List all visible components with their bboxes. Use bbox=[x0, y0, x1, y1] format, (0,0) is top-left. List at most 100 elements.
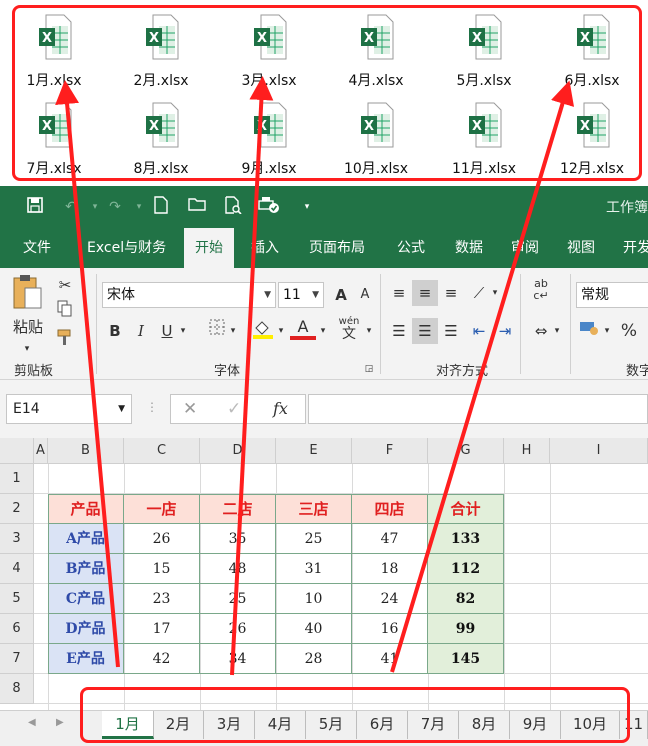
bold-button[interactable]: B bbox=[102, 318, 128, 344]
table-cell[interactable]: 42 bbox=[124, 644, 200, 674]
currency-dropdown-icon[interactable]: ▾ bbox=[600, 318, 614, 344]
wrap-text-icon[interactable]: ab c↵ bbox=[528, 278, 554, 304]
redo-icon[interactable]: ↷ bbox=[104, 196, 126, 218]
grow-font-button[interactable]: A bbox=[328, 282, 354, 308]
percent-button[interactable]: % bbox=[616, 318, 642, 344]
row-header[interactable]: 2 bbox=[0, 494, 34, 524]
font-name-select[interactable]: 宋体 ▼ bbox=[102, 282, 276, 308]
number-format-select[interactable]: 常规 bbox=[576, 282, 648, 308]
table-cell[interactable]: D产品 bbox=[48, 614, 124, 644]
borders-dropdown-icon[interactable]: ▾ bbox=[226, 318, 240, 344]
save-icon[interactable] bbox=[24, 196, 46, 218]
align-bottom-icon[interactable]: ≡ bbox=[438, 280, 464, 306]
tab-7[interactable]: 审阅 bbox=[500, 228, 550, 268]
column-header[interactable]: D bbox=[200, 438, 276, 464]
table-cell[interactable]: 41 bbox=[352, 644, 428, 674]
font-color-dropdown-icon[interactable]: ▾ bbox=[316, 318, 330, 344]
select-all-corner[interactable] bbox=[0, 438, 34, 464]
format-painter-icon[interactable] bbox=[52, 328, 78, 354]
tab-6[interactable]: 数据 bbox=[444, 228, 494, 268]
table-cell[interactable]: 99 bbox=[428, 614, 504, 644]
table-cell[interactable]: 28 bbox=[276, 644, 352, 674]
table-cell[interactable]: 15 bbox=[124, 554, 200, 584]
tab-4[interactable]: 页面布局 bbox=[298, 228, 376, 268]
row-header[interactable]: 5 bbox=[0, 584, 34, 614]
fill-color-icon[interactable] bbox=[250, 318, 276, 344]
table-cell[interactable]: 23 bbox=[124, 584, 200, 614]
table-cell[interactable]: 112 bbox=[428, 554, 504, 584]
table-cell[interactable]: 四店 bbox=[352, 494, 428, 524]
table-cell[interactable]: 25 bbox=[276, 524, 352, 554]
align-middle-icon[interactable]: ≡ bbox=[412, 280, 438, 306]
column-header[interactable]: I bbox=[550, 438, 648, 464]
insert-function-button[interactable]: fx bbox=[273, 399, 288, 418]
font-color-button[interactable]: A bbox=[290, 316, 316, 340]
align-center-icon[interactable]: ☰ bbox=[412, 318, 438, 344]
column-header[interactable]: H bbox=[504, 438, 550, 464]
italic-button[interactable]: I bbox=[128, 318, 154, 344]
column-header[interactable]: E bbox=[276, 438, 352, 464]
row-header[interactable]: 4 bbox=[0, 554, 34, 584]
table-cell[interactable]: 三店 bbox=[276, 494, 352, 524]
scroll-right-icon[interactable]: ▶ bbox=[56, 717, 64, 728]
table-cell[interactable]: A产品 bbox=[48, 524, 124, 554]
tab-2[interactable]: 开始 bbox=[184, 228, 234, 268]
scroll-left-icon[interactable]: ◀ bbox=[28, 717, 36, 728]
tab-3[interactable]: 插入 bbox=[240, 228, 290, 268]
row-header[interactable]: 6 bbox=[0, 614, 34, 644]
tab-0[interactable]: 文件 bbox=[12, 228, 62, 268]
confirm-icon[interactable]: ✓ bbox=[227, 399, 241, 419]
table-cell[interactable]: B产品 bbox=[48, 554, 124, 584]
table-cell[interactable]: 35 bbox=[200, 524, 276, 554]
name-box[interactable]: E14 ▼ bbox=[6, 394, 132, 424]
font-size-select[interactable]: 11 ▼ bbox=[278, 282, 324, 308]
table-cell[interactable]: 合计 bbox=[428, 494, 504, 524]
currency-format-icon[interactable] bbox=[576, 318, 602, 344]
column-header[interactable]: C bbox=[124, 438, 200, 464]
cut-icon[interactable]: ✂ bbox=[52, 272, 78, 298]
table-cell[interactable]: 47 bbox=[352, 524, 428, 554]
table-cell[interactable]: 产品 bbox=[48, 494, 124, 524]
orientation-dropdown-icon[interactable]: ▾ bbox=[488, 280, 502, 306]
formula-input[interactable] bbox=[308, 394, 648, 424]
table-cell[interactable]: 31 bbox=[276, 554, 352, 584]
table-cell[interactable]: C产品 bbox=[48, 584, 124, 614]
column-header[interactable]: F bbox=[352, 438, 428, 464]
table-cell[interactable]: 一店 bbox=[124, 494, 200, 524]
table-cell[interactable]: 10 bbox=[276, 584, 352, 614]
table-cell[interactable]: 18 bbox=[352, 554, 428, 584]
table-cell[interactable]: 133 bbox=[428, 524, 504, 554]
align-left-icon[interactable]: ☰ bbox=[386, 318, 412, 344]
fill-dropdown-icon[interactable]: ▾ bbox=[274, 318, 288, 344]
column-header[interactable]: A bbox=[34, 438, 48, 464]
copy-icon[interactable] bbox=[52, 300, 78, 326]
print-check-icon[interactable] bbox=[258, 196, 280, 218]
redo-dropdown-icon[interactable]: ▾ bbox=[128, 196, 150, 218]
phonetic-button[interactable]: wén 文 bbox=[336, 316, 362, 342]
table-cell[interactable]: 二店 bbox=[200, 494, 276, 524]
undo-dropdown-icon[interactable]: ▾ bbox=[84, 196, 106, 218]
undo-icon[interactable]: ↶ bbox=[60, 196, 82, 218]
phonetic-dropdown-icon[interactable]: ▾ bbox=[362, 318, 376, 344]
increase-indent-icon[interactable]: ⇥ bbox=[492, 318, 518, 344]
open-folder-icon[interactable] bbox=[186, 196, 208, 218]
table-cell[interactable]: E产品 bbox=[48, 644, 124, 674]
table-cell[interactable]: 40 bbox=[276, 614, 352, 644]
table-cell[interactable]: 24 bbox=[352, 584, 428, 614]
shrink-font-button[interactable]: A bbox=[352, 282, 378, 308]
merge-dropdown-icon[interactable]: ▾ bbox=[550, 318, 564, 344]
table-cell[interactable]: 26 bbox=[200, 614, 276, 644]
tab-9[interactable]: 开发 bbox=[612, 228, 648, 268]
table-cell[interactable]: 16 bbox=[352, 614, 428, 644]
column-header[interactable]: B bbox=[48, 438, 124, 464]
row-header[interactable]: 1 bbox=[0, 464, 34, 494]
tab-8[interactable]: 视图 bbox=[556, 228, 606, 268]
table-cell[interactable]: 82 bbox=[428, 584, 504, 614]
table-cell[interactable]: 145 bbox=[428, 644, 504, 674]
align-top-icon[interactable]: ≡ bbox=[386, 280, 412, 306]
tab-5[interactable]: 公式 bbox=[386, 228, 436, 268]
align-dialog-launcher-icon[interactable] bbox=[364, 356, 378, 382]
customize-toolbar-icon[interactable]: ▾ bbox=[296, 196, 318, 218]
print-preview-icon[interactable] bbox=[222, 196, 244, 218]
cancel-icon[interactable]: ✕ bbox=[183, 399, 197, 419]
